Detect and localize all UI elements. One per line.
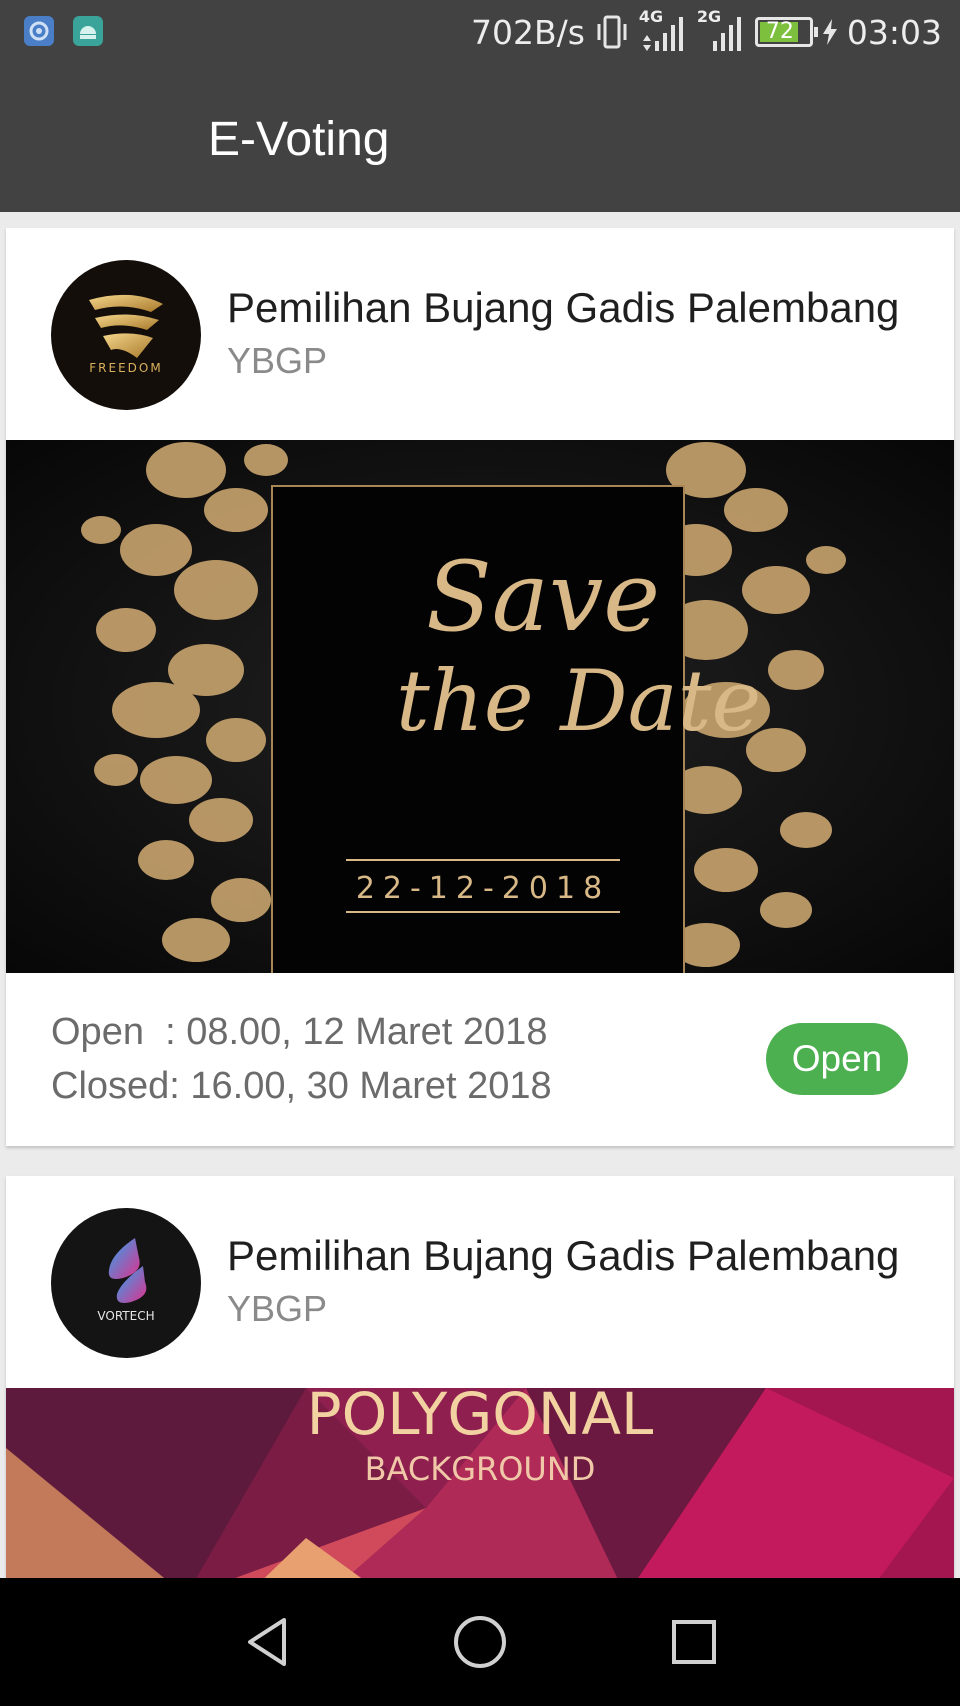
- election-title: Pemilihan Bujang Gadis Palembang: [227, 284, 900, 331]
- organizer-name: YBGP: [227, 340, 328, 381]
- svg-text:VORTECH: VORTECH: [97, 1309, 154, 1323]
- app-notification-icon: [24, 16, 54, 46]
- status-bar: 702B/s 4G 2G 72 03:03: [0, 0, 960, 64]
- back-icon[interactable]: [238, 1612, 298, 1672]
- svg-text:BACKGROUND: BACKGROUND: [365, 1450, 596, 1488]
- closed-time: Closed: 16.00, 30 Maret 2018: [51, 1065, 552, 1107]
- system-nav-bar: [0, 1578, 960, 1706]
- vortech-logo: VORTECH: [97, 1238, 155, 1323]
- svg-text:POLYGONAL: POLYGONAL: [307, 1388, 654, 1448]
- election-card[interactable]: FREEDOM Pemilihan Bujang Gadis Palembang…: [6, 228, 954, 1146]
- open-time: Open : 08.00, 12 Maret 2018: [51, 1011, 548, 1053]
- organizer-name: YBGP: [227, 1288, 328, 1329]
- organizer-avatar: FREEDOM: [51, 260, 201, 410]
- android-notification-icon: [73, 16, 103, 46]
- signal-4g-icon: 4G: [639, 7, 687, 53]
- status-badge[interactable]: Open: [766, 1023, 908, 1095]
- svg-text:22-12-2018: 22-12-2018: [356, 871, 610, 906]
- svg-text:FREEDOM: FREEDOM: [89, 361, 162, 375]
- card-header: FREEDOM Pemilihan Bujang Gadis Palembang…: [6, 228, 954, 440]
- battery-icon: 72: [754, 17, 818, 47]
- page-title: E-Voting: [208, 113, 390, 166]
- organizer-avatar: VORTECH: [51, 1208, 201, 1358]
- freedom-logo: FREEDOM: [89, 294, 163, 375]
- event-banner-image: Save the Date 22-12-2018: [6, 440, 954, 973]
- clock: 03:03: [846, 12, 942, 52]
- signal-2g-icon: 2G: [697, 7, 745, 53]
- election-title: Pemilihan Bujang Gadis Palembang: [227, 1232, 900, 1279]
- svg-text:Save: Save: [426, 541, 660, 653]
- vibrate-icon: [597, 15, 627, 49]
- svg-text:the Date: the Date: [396, 652, 761, 750]
- card-header: VORTECH Pemilihan Bujang Gadis Palembang…: [6, 1176, 954, 1388]
- card-footer: Open : 08.00, 12 Maret 2018 Closed: 16.0…: [6, 973, 954, 1145]
- charging-icon: [822, 19, 837, 45]
- network-speed: 702B/s: [470, 12, 585, 52]
- recents-icon[interactable]: [664, 1612, 724, 1672]
- election-card[interactable]: VORTECH Pemilihan Bujang Gadis Palembang…: [6, 1176, 954, 1596]
- event-banner-image: POLYGONAL BACKGROUND: [6, 1388, 954, 1596]
- app-bar: E-Voting: [0, 64, 960, 212]
- home-icon[interactable]: [450, 1612, 510, 1672]
